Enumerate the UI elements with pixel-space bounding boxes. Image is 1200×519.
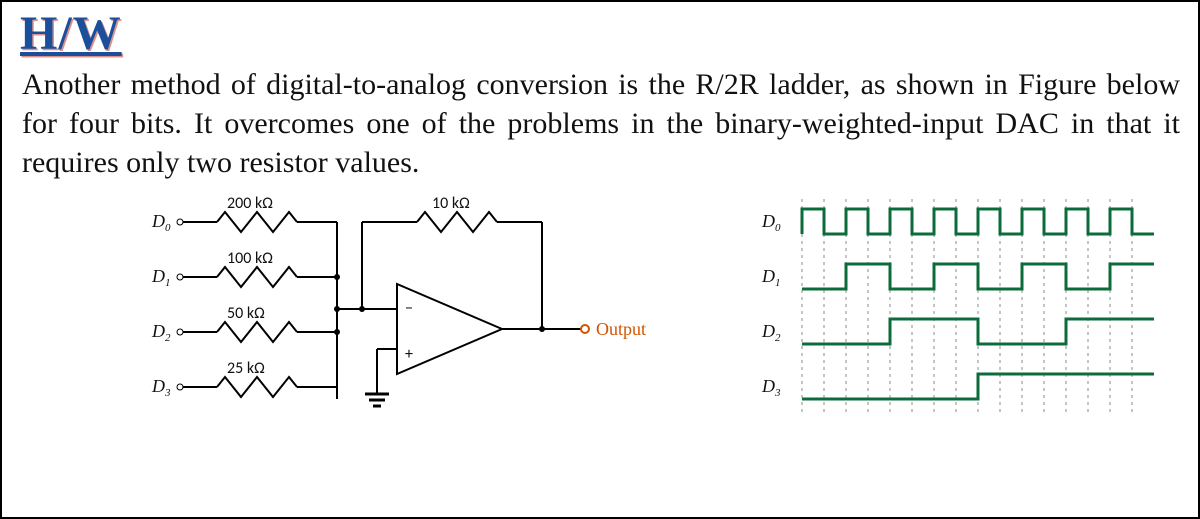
timing-label-d1: D1 [761, 266, 781, 289]
input-terminal-d3 [177, 384, 183, 390]
feedback-resistor-value: 10 kΩ [432, 194, 470, 213]
timing-block: D0 D1 D2 D3 [742, 194, 1162, 439]
input-label-d1: D1 [151, 266, 171, 289]
schematic-svg: D0 200 kΩ D1 100 kΩ D2 [122, 194, 682, 434]
timing-label-d0: D0 [761, 211, 781, 234]
timing-label-d3: D3 [761, 376, 781, 399]
waveform-d1 [802, 264, 1154, 289]
resistor-icon [217, 377, 297, 397]
resistor-icon [217, 212, 297, 232]
resistor-icon [217, 267, 297, 287]
resistor-icon [217, 322, 297, 342]
opamp-minus: − [405, 299, 413, 318]
input-label-d0: D0 [151, 211, 171, 234]
opamp-plus: + [405, 345, 413, 364]
figure-area: D0 200 kΩ D1 100 kΩ D2 [2, 190, 1198, 439]
input-terminal-d1 [177, 274, 183, 280]
resistor-value-d2: 50 kΩ [227, 304, 265, 323]
waveform-d0 [802, 209, 1154, 234]
timing-label-d2: D2 [761, 321, 781, 344]
input-row-d0: D0 200 kΩ [151, 194, 337, 234]
timing-svg: D0 D1 D2 D3 [742, 194, 1162, 424]
output-label: Output [596, 319, 646, 339]
input-row-d1: D1 100 kΩ [151, 249, 340, 289]
waveform-d2 [802, 319, 1154, 344]
input-label-d3: D3 [151, 376, 171, 399]
input-terminal-d0 [177, 219, 183, 225]
body-paragraph: Another method of digital-to-analog conv… [2, 61, 1198, 190]
input-row-d3: D3 25 kΩ [151, 359, 337, 399]
input-row-d2: D2 50 kΩ [151, 304, 340, 344]
schematic-block: D0 200 kΩ D1 100 kΩ D2 [122, 194, 702, 439]
resistor-value-d0: 200 kΩ [227, 194, 273, 213]
page-title: H/W [2, 2, 140, 61]
resistor-value-d3: 25 kΩ [227, 359, 265, 378]
input-label-d2: D2 [151, 321, 171, 344]
feedback-resistor-icon [417, 212, 497, 232]
timing-grid [802, 199, 1132, 414]
output-terminal [581, 325, 589, 333]
waveform-d3 [802, 374, 1154, 399]
input-terminal-d2 [177, 329, 183, 335]
resistor-value-d1: 100 kΩ [227, 249, 273, 268]
